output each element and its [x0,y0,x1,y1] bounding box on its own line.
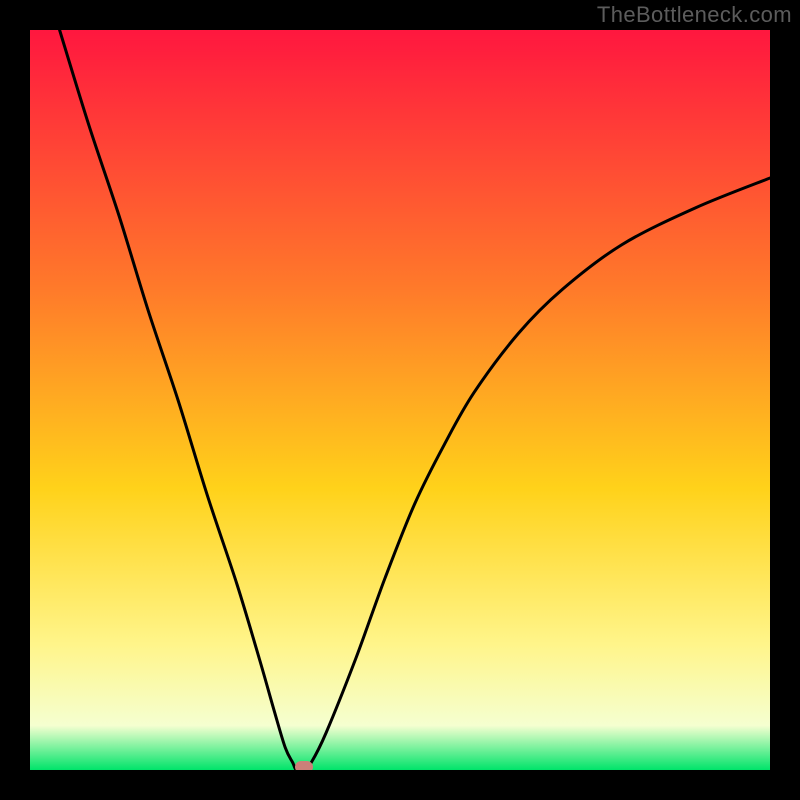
gradient-background [30,30,770,770]
plot-svg [30,30,770,770]
chart-frame: TheBottleneck.com [0,0,800,800]
plot-area [30,30,770,770]
optimum-marker [295,761,313,770]
watermark-text: TheBottleneck.com [597,2,792,28]
